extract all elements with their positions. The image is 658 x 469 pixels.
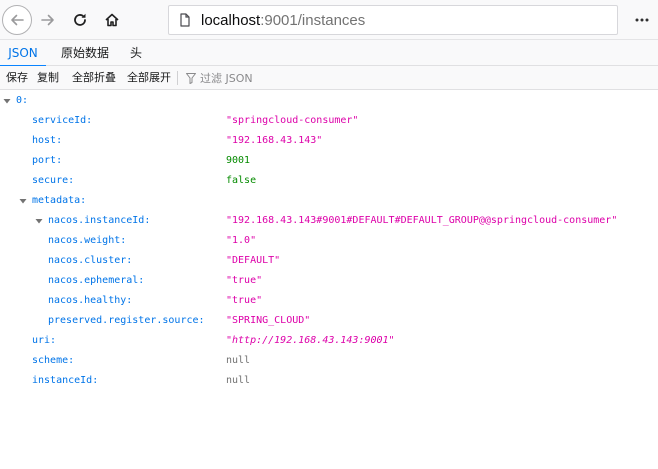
json-key: nacos.ephemeral: bbox=[48, 275, 145, 286]
json-key: secure: bbox=[32, 175, 75, 186]
tree-row[interactable]: nacos.cluster: "DEFAULT" bbox=[0, 251, 658, 271]
json-key: scheme: bbox=[32, 355, 75, 366]
json-action-bar: 保存 复制 全部折叠 全部展开 过滤 JSON bbox=[0, 66, 658, 90]
filter-placeholder: 过滤 JSON bbox=[200, 72, 253, 85]
tree-row[interactable]: port: 9001 bbox=[0, 151, 658, 171]
tree-row[interactable]: nacos.weight: "1.0" bbox=[0, 231, 658, 251]
url-text: localhost:9001/instances bbox=[201, 12, 365, 29]
tree-row-root[interactable]: 0: bbox=[0, 91, 658, 111]
json-value: null bbox=[226, 375, 251, 386]
copy-button[interactable]: 复制 bbox=[37, 66, 59, 90]
url-path: :9001/instances bbox=[260, 11, 366, 29]
json-key: nacos.healthy: bbox=[48, 295, 133, 306]
expand-toggle-icon[interactable] bbox=[2, 91, 12, 111]
page-actions-button[interactable] bbox=[628, 6, 656, 34]
back-button[interactable] bbox=[2, 5, 32, 35]
json-key: port: bbox=[32, 155, 63, 166]
json-value: false bbox=[226, 175, 257, 186]
tree-row[interactable]: uri: "http://192.168.43.143:9001" bbox=[0, 331, 658, 351]
json-value: "true" bbox=[226, 295, 263, 306]
tree-row-metadata[interactable]: metadata: bbox=[0, 191, 658, 211]
json-value: "DEFAULT" bbox=[226, 255, 281, 266]
json-value: "192.168.43.143#9001#DEFAULT#DEFAULT_GRO… bbox=[226, 215, 618, 226]
arrow-left-icon bbox=[11, 14, 24, 26]
toolbar-divider bbox=[177, 71, 178, 85]
json-key: metadata: bbox=[32, 195, 87, 206]
collapse-all-button[interactable]: 全部折叠 bbox=[72, 66, 116, 90]
json-value: "springcloud-consumer" bbox=[226, 115, 359, 126]
json-value: "192.168.43.143" bbox=[226, 135, 323, 146]
json-key: serviceId: bbox=[32, 115, 93, 126]
json-key: nacos.instanceId: bbox=[48, 215, 151, 226]
json-key: preserved.register.source: bbox=[48, 315, 205, 326]
save-button[interactable]: 保存 bbox=[6, 66, 28, 90]
json-key: uri: bbox=[32, 335, 57, 346]
tab-json[interactable]: JSON bbox=[0, 40, 46, 67]
json-value: "SPRING_CLOUD" bbox=[226, 315, 311, 326]
url-host: localhost bbox=[201, 11, 261, 29]
page-icon bbox=[177, 12, 193, 28]
tab-raw-data[interactable]: 原始数据 bbox=[50, 40, 120, 66]
filter-json-input[interactable]: 过滤 JSON bbox=[186, 66, 253, 90]
reload-icon bbox=[74, 13, 86, 26]
address-bar[interactable]: localhost:9001/instances bbox=[168, 5, 618, 35]
tree-row[interactable]: instanceId: null bbox=[0, 371, 658, 391]
home-icon bbox=[105, 13, 119, 27]
forward-button[interactable] bbox=[34, 6, 62, 34]
json-value-link[interactable]: "http://192.168.43.143:9001" bbox=[226, 331, 395, 351]
tree-row[interactable]: nacos.ephemeral: "true" bbox=[0, 271, 658, 291]
tab-headers[interactable]: 头 bbox=[124, 40, 148, 66]
viewer-tabs: JSON 原始数据 头 bbox=[0, 40, 658, 67]
more-horizontal-icon bbox=[635, 18, 649, 22]
browser-toolbar: localhost:9001/instances bbox=[0, 0, 658, 40]
tree-row[interactable]: preserved.register.source: "SPRING_CLOUD… bbox=[0, 311, 658, 331]
json-key: instanceId: bbox=[32, 375, 99, 386]
tree-row[interactable]: secure: false bbox=[0, 171, 658, 191]
tree-row[interactable]: scheme: null bbox=[0, 351, 658, 371]
json-key: nacos.weight: bbox=[48, 235, 127, 246]
json-value: "1.0" bbox=[226, 235, 257, 246]
json-value: "true" bbox=[226, 275, 263, 286]
arrow-right-icon bbox=[41, 14, 54, 26]
json-key: host: bbox=[32, 135, 63, 146]
expand-toggle-icon[interactable] bbox=[18, 191, 28, 211]
home-button[interactable] bbox=[98, 6, 126, 34]
json-value: 9001 bbox=[226, 155, 251, 166]
filter-icon bbox=[186, 72, 196, 84]
tree-row[interactable]: nacos.healthy: "true" bbox=[0, 291, 658, 311]
tree-row[interactable]: host: "192.168.43.143" bbox=[0, 131, 658, 151]
tree-row[interactable]: serviceId: "springcloud-consumer" bbox=[0, 111, 658, 131]
json-key: nacos.cluster: bbox=[48, 255, 133, 266]
tree-row[interactable]: nacos.instanceId: "192.168.43.143#9001#D… bbox=[0, 211, 658, 231]
json-key: 0: bbox=[16, 95, 29, 106]
expand-all-button[interactable]: 全部展开 bbox=[127, 66, 171, 90]
expand-toggle-icon[interactable] bbox=[34, 211, 44, 231]
json-value: null bbox=[226, 355, 251, 366]
reload-button[interactable] bbox=[66, 6, 94, 34]
